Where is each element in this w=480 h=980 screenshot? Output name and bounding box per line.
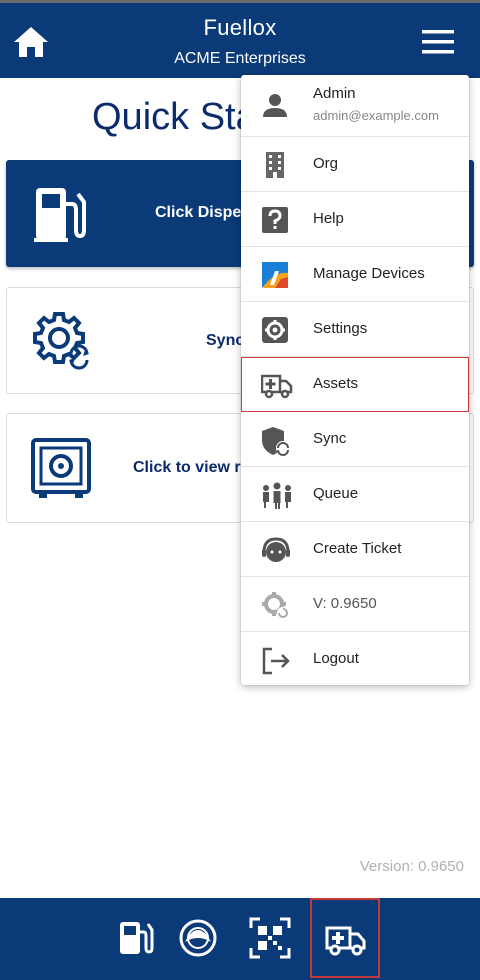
menu-item-label: Settings: [313, 320, 368, 337]
tank-icon[interactable]: [176, 916, 220, 960]
gear-icon: [261, 316, 289, 344]
menu-item-label: V: 0.9650: [313, 595, 377, 612]
menu-item-logout[interactable]: Logout: [241, 632, 469, 687]
menu-item-label: Create Ticket: [313, 540, 402, 557]
menu-item-version: V: 0.9650: [241, 577, 469, 632]
top-app-bar: Fuellox ACME Enterprises: [0, 0, 480, 78]
menu-item-label: Sync: [313, 430, 347, 447]
people-queue-icon: [261, 481, 291, 509]
menu-item-sync[interactable]: Sync: [241, 412, 469, 467]
menu-item-label: Assets: [313, 375, 359, 392]
quick-start-heading: Quick Sta: [92, 96, 257, 138]
menu-item-assets[interactable]: Assets: [241, 357, 469, 412]
menu-item-queue[interactable]: Queue: [241, 467, 469, 522]
sync-card-text: Sync: [206, 332, 245, 349]
building-icon: [261, 151, 289, 179]
menu-item-manage-devices[interactable]: Manage Devices: [241, 247, 469, 302]
bottom-nav-bar: [0, 898, 480, 980]
user-name: Admin: [313, 85, 356, 102]
device-logo-icon: [261, 261, 289, 289]
menu-item-label: Logout: [313, 650, 359, 667]
ambulance-icon[interactable]: [324, 916, 368, 960]
menu-item-label: Manage Devices: [313, 265, 425, 282]
qr-code-icon[interactable]: [248, 916, 292, 960]
fuel-pump-icon: [34, 184, 90, 249]
user-email: admin@example.com: [313, 108, 439, 123]
menu-item-help[interactable]: Help: [241, 192, 469, 247]
menu-item-settings[interactable]: Settings: [241, 302, 469, 357]
support-agent-icon: [261, 536, 290, 564]
menu-user-profile[interactable]: Admin admin@example.com: [241, 75, 469, 137]
menu-item-label: Org: [313, 155, 339, 172]
ambulance-icon: [260, 371, 293, 399]
gear-sync-icon: [31, 310, 93, 377]
main-dropdown-menu: Admin admin@example.com Org Help Manage …: [241, 75, 469, 685]
vault-card-text: Click to view r: [133, 459, 241, 476]
fuel-pump-icon[interactable]: [116, 916, 160, 960]
menu-item-label: Queue: [313, 485, 359, 502]
hamburger-menu-icon[interactable]: [422, 29, 454, 55]
person-icon: [261, 91, 289, 119]
menu-item-create-ticket[interactable]: Create Ticket: [241, 522, 469, 577]
menu-item-label: Help: [313, 210, 344, 227]
logout-icon: [261, 646, 290, 675]
dispense-card-text: Click Dispe: [155, 204, 242, 221]
menu-item-org[interactable]: Org: [241, 137, 469, 192]
org-name: ACME Enterprises: [174, 50, 306, 67]
help-icon: [261, 206, 289, 234]
safe-icon: [31, 438, 91, 505]
version-label: Version: 0.9650: [359, 858, 464, 875]
shield-sync-icon: [261, 426, 290, 456]
gear-refresh-icon: [261, 591, 289, 619]
app-title: Fuellox: [203, 15, 277, 40]
